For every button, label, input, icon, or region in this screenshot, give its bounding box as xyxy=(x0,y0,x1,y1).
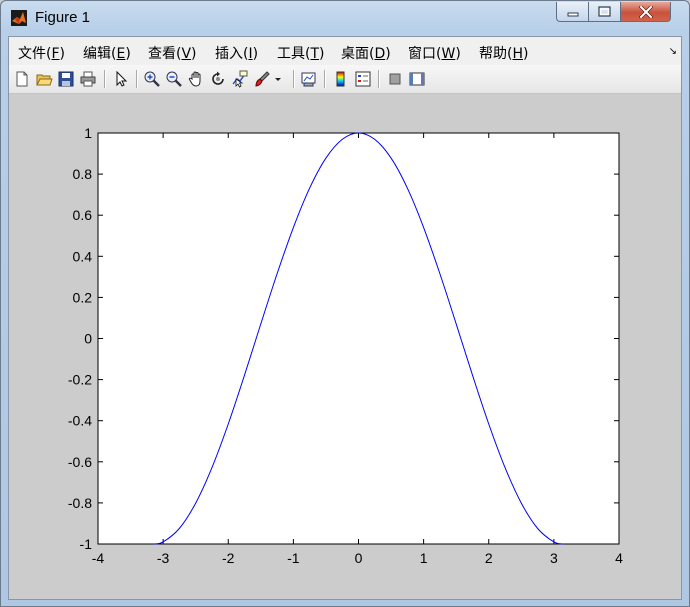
link-plot-icon[interactable] xyxy=(300,70,318,88)
y-tick-label: 1 xyxy=(84,125,92,141)
print-icon[interactable] xyxy=(79,70,97,88)
zoom-in-icon[interactable] xyxy=(143,70,161,88)
menu-bar: 文件(F) 编辑(E) 查看(V) 插入(I) 工具(T) 桌面(D) 窗口(W… xyxy=(9,37,681,66)
y-tick-label: 0 xyxy=(84,331,92,347)
menu-view[interactable]: 查看(V) xyxy=(148,43,197,63)
close-icon xyxy=(638,5,653,18)
toolbar-separator xyxy=(104,70,106,88)
y-tick-label: 0.4 xyxy=(73,248,93,264)
rotate-3d-icon[interactable] xyxy=(209,70,227,88)
x-tick-label: -2 xyxy=(222,550,235,566)
maximize-icon xyxy=(598,6,611,17)
menu-tools[interactable]: 工具(T) xyxy=(277,43,325,63)
show-plot-tools-icon[interactable] xyxy=(408,70,426,88)
title-bar[interactable]: Figure 1 xyxy=(1,1,689,35)
menu-help[interactable]: 帮助(H) xyxy=(479,43,528,63)
zoom-out-icon[interactable] xyxy=(165,70,183,88)
close-button[interactable] xyxy=(621,2,671,22)
y-tick-label: -0.4 xyxy=(68,413,92,429)
edit-plot-arrow-icon[interactable] xyxy=(112,70,130,88)
menu-desktop[interactable]: 桌面(D) xyxy=(341,43,391,63)
menu-file[interactable]: 文件(F) xyxy=(18,43,65,63)
dock-arrow-icon[interactable]: ↘ xyxy=(669,46,677,57)
toolbar-separator xyxy=(324,70,326,88)
x-tick-label: 3 xyxy=(550,550,558,566)
brush-icon[interactable] xyxy=(253,70,271,88)
x-tick-label: -1 xyxy=(287,550,300,566)
x-tick-label: -4 xyxy=(92,550,105,566)
toolbar-separator xyxy=(293,70,295,88)
y-tick-label: -0.6 xyxy=(68,454,92,470)
maximize-button[interactable] xyxy=(589,2,621,22)
toolbar-separator xyxy=(378,70,380,88)
figure-client-area: 文件(F) 编辑(E) 查看(V) 插入(I) 工具(T) 桌面(D) 窗口(W… xyxy=(8,36,682,600)
x-tick-label: 0 xyxy=(355,550,363,566)
save-icon[interactable] xyxy=(57,70,75,88)
y-tick-label: -0.2 xyxy=(68,372,92,388)
figure-toolbar xyxy=(9,65,681,94)
figure-window: Figure 1 文件(F) 编辑(E) 查看(V) 插入(I) 工具(T) 桌… xyxy=(0,0,690,607)
y-tick-label: 0.8 xyxy=(73,166,93,182)
matlab-logo-icon xyxy=(11,10,27,26)
minimize-icon xyxy=(567,12,578,16)
x-tick-label: -3 xyxy=(157,550,170,566)
y-tick-label: -0.8 xyxy=(68,495,92,511)
colorbar-icon[interactable] xyxy=(332,70,350,88)
minimize-button[interactable] xyxy=(556,2,589,22)
menu-edit[interactable]: 编辑(E) xyxy=(83,43,131,63)
brush-dropdown-chevron-down-icon[interactable] xyxy=(274,70,282,88)
x-tick-label: 4 xyxy=(615,550,623,566)
x-tick-label: 1 xyxy=(420,550,428,566)
legend-icon[interactable] xyxy=(354,70,372,88)
data-cursor-icon[interactable] xyxy=(231,70,249,88)
y-tick-label: 0.6 xyxy=(73,207,93,223)
axes-background[interactable] xyxy=(97,132,620,545)
open-file-icon[interactable] xyxy=(35,70,53,88)
y-tick-label: 0.2 xyxy=(73,289,93,305)
window-title: Figure 1 xyxy=(35,9,91,26)
new-figure-icon[interactable] xyxy=(13,70,31,88)
y-tick-label: -1 xyxy=(80,536,93,552)
pan-hand-icon[interactable] xyxy=(187,70,205,88)
plot-canvas[interactable]: -4 -3 -2 -1 0 1 2 3 4 -1 -0.8 -0.6 -0.4 -0.2 0 0.2 0.4 0.… xyxy=(9,93,681,599)
x-tick-label: 2 xyxy=(485,550,493,566)
toolbar-separator xyxy=(136,70,138,88)
menu-window[interactable]: 窗口(W) xyxy=(408,43,461,63)
menu-insert[interactable]: 插入(I) xyxy=(215,43,258,63)
hide-plot-tools-icon[interactable] xyxy=(386,70,404,88)
